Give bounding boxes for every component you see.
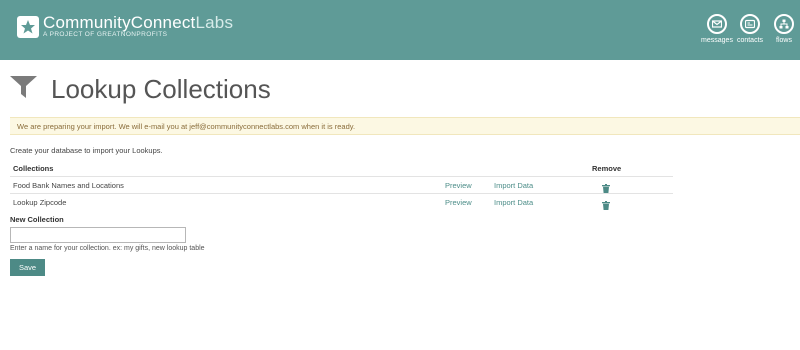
import-data-link[interactable]: Import Data: [494, 181, 533, 190]
brand-labs: Labs: [195, 13, 234, 32]
collection-name: Lookup Zipcode: [13, 198, 67, 207]
brand-tagline: A PROJECT OF GREATNONPROFITS: [43, 31, 168, 38]
table-row: Food Bank Names and Locations Preview Im…: [10, 177, 673, 193]
import-data-link[interactable]: Import Data: [494, 198, 533, 207]
collections-header: Collections: [13, 164, 54, 173]
import-alert: We are preparing your import. We will e-…: [10, 117, 800, 135]
envelope-icon: [707, 14, 727, 34]
brand-name[interactable]: CommunityConnectLabs: [43, 13, 233, 33]
intro-text: Create your database to import your Look…: [10, 146, 163, 155]
page-title: Lookup Collections: [51, 74, 271, 104]
new-collection-help: Enter a name for your collection. ex: my…: [10, 245, 205, 252]
collection-name: Food Bank Names and Locations: [13, 181, 124, 190]
nav-flows[interactable]: flows: [762, 14, 800, 44]
brand-community: Community: [43, 13, 131, 32]
logo-icon[interactable]: [17, 16, 39, 38]
preview-link[interactable]: Preview: [445, 181, 472, 190]
table-row: Lookup Zipcode Preview Import Data: [10, 194, 673, 210]
brand-connect: Connect: [130, 13, 196, 32]
save-button[interactable]: Save: [10, 259, 45, 276]
alert-text: We are preparing your import. We will e-…: [17, 122, 356, 131]
new-collection-label: New Collection: [10, 215, 64, 224]
nav-flows-label: flows: [776, 37, 792, 44]
remove-header: Remove: [592, 164, 622, 173]
funnel-icon: [10, 76, 37, 103]
trash-icon[interactable]: [602, 197, 610, 215]
flow-tree-icon: [774, 14, 794, 34]
id-card-icon: [740, 14, 760, 34]
new-collection-input[interactable]: [10, 227, 186, 243]
preview-link[interactable]: Preview: [445, 198, 472, 207]
top-header: CommunityConnectLabs A PROJECT OF GREATN…: [0, 0, 800, 60]
